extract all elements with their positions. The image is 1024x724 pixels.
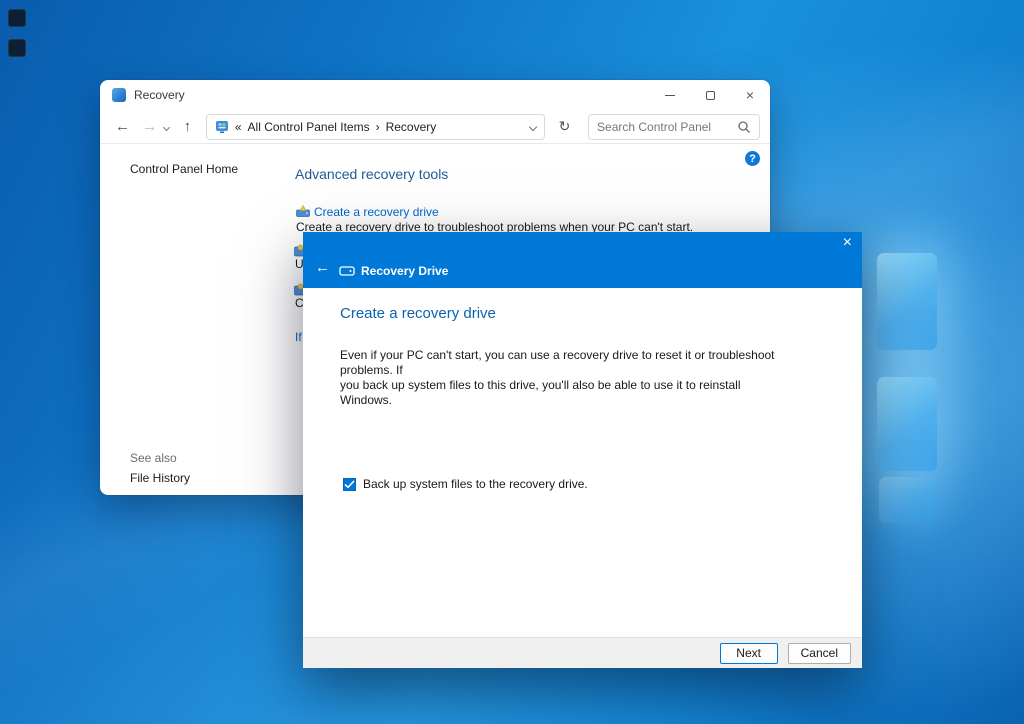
help-icon[interactable]: ? — [745, 151, 760, 166]
forward-button[interactable]: → — [137, 114, 162, 140]
drive-icon — [339, 265, 355, 277]
wizard-body-text: Even if your PC can't start, you can use… — [340, 348, 790, 408]
windows-logo-pane-partial — [879, 477, 939, 523]
address-dropdown-chevron-icon[interactable] — [529, 122, 537, 130]
back-icon: ← — [115, 118, 130, 135]
explorer-navbar: ← → ↑ « All Control Panel Items › Recove… — [100, 110, 770, 144]
maximize-button[interactable] — [690, 80, 730, 110]
see-also-label: See also — [130, 451, 177, 465]
recent-locations-chevron-icon[interactable] — [163, 124, 170, 131]
wizard-close-button[interactable]: × — [843, 235, 852, 251]
windows-logo-pane-top — [877, 253, 937, 350]
cancel-button[interactable]: Cancel — [788, 643, 851, 664]
hidden-link-fragment[interactable]: If — [295, 330, 302, 344]
wizard-titlebar[interactable]: × ← Recovery Drive — [303, 232, 862, 288]
windows-logo-pane-bottom — [877, 377, 937, 471]
address-bar[interactable]: « All Control Panel Items › Recovery — [206, 114, 545, 140]
breadcrumb-item-all-control-panel-items[interactable]: All Control Panel Items — [248, 120, 370, 134]
up-icon: ↑ — [184, 118, 192, 135]
create-recovery-drive-link[interactable]: Create a recovery drive — [314, 205, 439, 219]
wizard-body-line2: you back up system files to this drive, … — [340, 378, 790, 408]
window-title: Recovery — [134, 88, 185, 102]
desktop-icon-1[interactable] — [8, 9, 26, 27]
close-button[interactable]: × — [730, 80, 770, 110]
sidebar-item-file-history[interactable]: File History — [130, 471, 190, 485]
up-button[interactable]: ↑ — [175, 114, 200, 140]
recovery-window-titlebar[interactable]: Recovery × — [100, 80, 770, 110]
search-icon[interactable] — [737, 120, 751, 134]
backup-system-files-checkbox[interactable] — [343, 478, 356, 491]
wizard-title: Recovery Drive — [361, 264, 448, 278]
wizard-heading: Create a recovery drive — [340, 305, 496, 322]
close-icon: × — [746, 88, 754, 102]
desktop: Recovery × ← → ↑ « All Control Panel Ite… — [0, 0, 1024, 724]
wizard-back-button[interactable]: ← — [315, 260, 330, 275]
sidebar-item-control-panel-home[interactable]: Control Panel Home — [130, 162, 238, 176]
back-button[interactable]: ← — [110, 114, 135, 140]
refresh-icon: ↻ — [559, 118, 571, 135]
desktop-icon-2[interactable] — [8, 39, 26, 57]
breadcrumb-overflow-button[interactable]: « — [235, 120, 242, 134]
next-button[interactable]: Next — [720, 643, 778, 664]
control-panel-icon — [215, 120, 229, 134]
breadcrumb-separator-icon: › — [376, 120, 380, 134]
wizard-body-line1: Even if your PC can't start, you can use… — [340, 348, 790, 378]
recovery-drive-wizard: × ← Recovery Drive Create a recovery dri… — [303, 232, 862, 668]
maximize-icon — [706, 91, 715, 100]
wizard-footer: Next Cancel — [303, 637, 862, 668]
backup-system-files-label: Back up system files to the recovery dri… — [363, 477, 588, 491]
page-title: Advanced recovery tools — [295, 166, 448, 182]
minimize-button[interactable] — [650, 80, 690, 110]
recovery-drive-icon — [296, 204, 310, 218]
search-input[interactable] — [597, 120, 737, 134]
forward-icon: → — [142, 118, 157, 135]
minimize-icon — [665, 95, 675, 96]
recovery-app-icon — [112, 88, 126, 102]
refresh-button[interactable]: ↻ — [553, 114, 576, 140]
backup-system-files-option[interactable]: Back up system files to the recovery dri… — [343, 477, 588, 491]
breadcrumb-item-recovery[interactable]: Recovery — [386, 120, 437, 134]
search-box[interactable] — [588, 114, 760, 140]
